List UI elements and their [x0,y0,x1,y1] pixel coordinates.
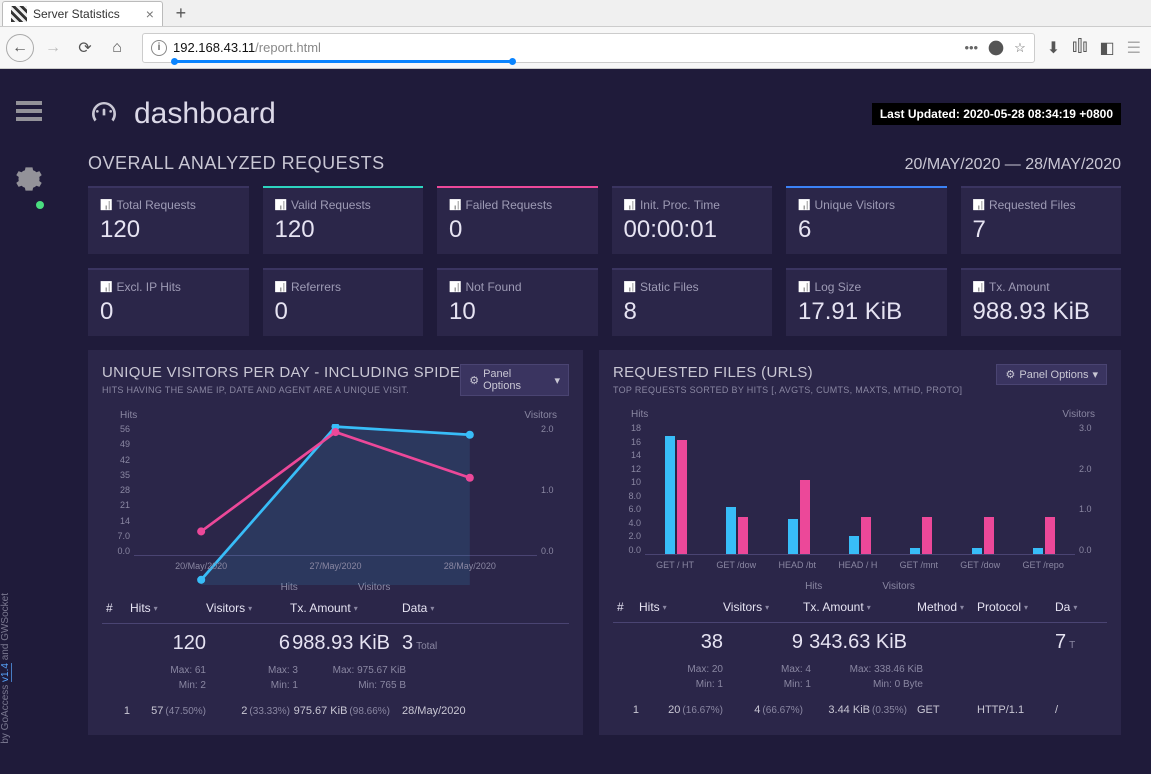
chevron-down-icon: ▾ [1092,368,1098,381]
stat-card: Unique Visitors 6 [786,186,947,254]
stat-card: Tx. Amount 988.93 KiB [961,268,1122,336]
stat-card: Failed Requests 0 [437,186,598,254]
gear-icon: ⚙ [469,374,479,387]
stat-label: Requested Files [973,198,1110,212]
page-title: dashboard [88,97,276,131]
last-updated-badge: Last Updated: 2020-05-28 08:34:19 +0800 [872,103,1121,125]
stat-label: Init. Proc. Time [624,198,761,212]
bookmark-star-icon[interactable]: ☆ [1014,40,1026,56]
site-info-icon[interactable]: i [151,40,167,56]
stat-label: Excl. IP Hits [100,280,237,294]
main-content: dashboard Last Updated: 2020-05-28 08:34… [58,69,1151,774]
stat-card: Init. Proc. Time 00:00:01 [612,186,773,254]
stat-value: 0 [449,216,586,244]
credit-text: by GoAccess v1.4 and GWSocket [0,593,58,744]
visitors-panel: UNIQUE VISITORS PER DAY - INCLUDING SPID… [88,350,583,735]
stat-value: 6 [798,216,935,244]
stat-card: Log Size 17.91 KiB [786,268,947,336]
status-dot [36,201,44,209]
stat-value: 10 [449,298,586,326]
stat-card: Not Found 10 [437,268,598,336]
tab-strip: Server Statistics × + [0,0,1151,27]
downloads-icon[interactable]: ⬇ [1047,38,1060,58]
favicon-icon [11,6,27,22]
sidebar-icon[interactable]: ◧ [1100,38,1115,58]
nav-bar: ← → ⟳ ⌂ i 192.168.43.11/report.html ••• … [0,27,1151,69]
stat-grid: Total Requests 120 Valid Requests 120 Failed… [88,186,1121,336]
stat-label: Not Found [449,280,586,294]
home-button[interactable]: ⌂ [104,35,130,61]
stat-card: Valid Requests 120 [263,186,424,254]
chevron-down-icon: ▾ [554,374,560,387]
stat-value: 7 [973,216,1110,244]
table-header: # Hits Visitors Tx. Amount Data [102,593,569,624]
panel-title: REQUESTED FILES (URLS) [613,364,962,381]
library-icon[interactable]: ⫾⫿⫾ [1072,38,1087,58]
stat-label: Referrers [275,280,412,294]
stat-label: Tx. Amount [973,280,1110,294]
stat-value: 120 [275,216,412,244]
stat-card: Referrers 0 [263,268,424,336]
stat-label: Unique Visitors [798,198,935,212]
stat-label: Failed Requests [449,198,586,212]
table-row: 1 20(16.67%) 4(66.67%) 3.44 KiB(0.35%) G… [613,700,1107,720]
summary-row: 120 6 988.93 KiB 3Total [102,624,569,663]
forward-button: → [40,35,66,61]
panel-subtitle: HITS HAVING THE SAME IP, DATE AND AGENT … [102,385,460,395]
section-title: OVERALL ANALYZED REQUESTS [88,153,385,174]
summary-row: 38 9 343.63 KiB 7T [613,623,1107,662]
panel-title: UNIQUE VISITORS PER DAY - INCLUDING SPID… [102,364,460,381]
stat-card: Requested Files 7 [961,186,1122,254]
stat-value: 00:00:01 [624,216,761,244]
page-actions-icon[interactable]: ••• [964,40,978,55]
app-menu-icon[interactable]: ☰ [1127,38,1141,58]
url-text: 192.168.43.11/report.html [173,40,321,55]
date-range: 20/MAY/2020 — 28/MAY/2020 [905,156,1121,174]
stat-value: 17.91 KiB [798,298,935,326]
table-header: # Hits Visitors Tx. Amount Method Protoc… [613,592,1107,623]
reload-button[interactable]: ⟳ [72,35,98,61]
stat-card: Total Requests 120 [88,186,249,254]
stat-value: 8 [624,298,761,326]
close-icon[interactable]: × [146,6,154,22]
stat-card: Excl. IP Hits 0 [88,268,249,336]
gear-icon: ⚙ [1005,368,1015,381]
dashboard-icon [88,98,120,130]
files-panel: REQUESTED FILES (URLS) TOP REQUESTS SORT… [599,350,1121,735]
browser-tab[interactable]: Server Statistics × [2,1,163,26]
stat-label: Valid Requests [275,198,412,212]
stat-label: Static Files [624,280,761,294]
new-tab-button[interactable]: + [169,1,193,25]
menu-icon[interactable] [16,97,42,125]
panel-subtitle: TOP REQUESTS SORTED BY HITS [, AVGTS, CU… [613,385,962,395]
back-button[interactable]: ← [6,34,34,62]
panel-options-button[interactable]: ⚙Panel Options▾ [996,364,1107,385]
stat-value: 0 [275,298,412,326]
bar-chart: Hits Visitors 18161412108.06.04.02.00.0 … [613,409,1107,579]
table-row: 1 57(47.50%) 2(33.33%) 975.67 KiB(98.66%… [102,701,569,721]
url-progress-bar [173,60,514,63]
app-body: by GoAccess v1.4 and GWSocket dashboard … [0,69,1151,774]
line-chart: Hits Visitors 564942352821147.00.0 20/Ma… [102,410,569,580]
stat-value: 0 [100,298,237,326]
gear-icon[interactable] [15,165,43,193]
stat-label: Log Size [798,280,935,294]
panel-options-button[interactable]: ⚙Panel Options▾ [460,364,569,396]
address-bar[interactable]: i 192.168.43.11/report.html ••• ☆ [142,33,1035,63]
left-rail: by GoAccess v1.4 and GWSocket [0,69,58,774]
pocket-icon[interactable] [988,40,1004,56]
stat-label: Total Requests [100,198,237,212]
stat-value: 120 [100,216,237,244]
tab-title: Server Statistics [33,7,120,21]
stat-card: Static Files 8 [612,268,773,336]
stat-value: 988.93 KiB [973,298,1110,326]
